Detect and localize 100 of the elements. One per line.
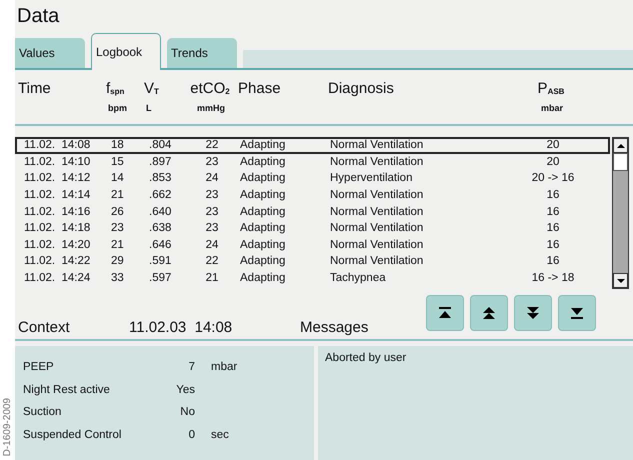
table-cell-text: 15 [110,156,125,168]
page-up-button[interactable] [470,295,508,331]
unit-label: bpm [107,103,128,113]
tab[interactable]: Logbook [91,33,161,70]
column-header: Diagnosis [328,80,395,97]
table-cell-text: 21 [110,238,125,251]
setting-label: Suction [23,406,62,418]
section-label: Messages [300,319,370,336]
column-header: Phase [238,80,282,97]
table-cell-text: Adapting [240,156,286,168]
table-cell-text: .591 [148,255,172,268]
tab[interactable]: Trends [167,38,237,68]
table-cell-text: 16 [546,206,560,218]
table-cell-text: Adapting [240,206,286,218]
table-cell-text: 23 [204,156,220,168]
table-cell-text: Normal Ventilation [330,206,424,218]
table-cell-text: 22 [204,255,220,268]
table-cell-text: .804 [148,139,172,152]
table-cell-text: .646 [148,238,172,251]
table-row[interactable]: 11.02. 14:10 15 .897 23 Adapting Normal Ventilation 20 [15,154,610,170]
last-page-button[interactable] [558,295,596,331]
scrollbar[interactable] [612,137,629,289]
down-arrow-bar-icon [569,306,585,320]
scroll-down-button[interactable] [613,273,628,288]
window-title: Data [16,4,60,29]
table-cell-text: .897 [148,156,172,168]
setting-value: No [179,406,195,418]
table-cell-text: 11.02. 14:16 [23,206,92,218]
table-cell-text: .640 [148,206,172,218]
table-row[interactable]: 11.02. 14:20 21 .646 24 Adapting Normal Ventilation 16 [15,236,610,254]
down-triangle-icon [616,278,624,284]
table-cell-text: 23 [110,222,125,234]
table-cell-text: .638 [148,222,172,234]
table-cell-text: 16 [546,189,560,202]
table-cell-text: 11.02. 14:22 [23,255,92,268]
table-row[interactable]: 11.02. 14:08 18 .804 22 Adapting Normal Ventilation 20 [15,137,610,154]
double-down-arrow-icon [525,306,541,320]
table-cell-text: Normal Ventilation [330,222,424,234]
table-cell-text: Normal Ventilation [330,189,424,202]
table-cell-text: 14 [110,172,125,184]
column-header: Time [18,80,52,97]
table-cell-text: 16 [546,255,560,268]
message-text: Aborted by user [325,352,408,364]
table-cell-text: 11.02. 14:24 [23,272,92,284]
table-cell-text: Adapting [240,189,286,202]
table-cell-text: 24 [204,172,220,184]
table-cell-text: 29 [110,255,125,268]
first-page-button[interactable] [426,295,464,331]
table-cell-text: 16 [546,222,560,234]
table-cell-text: 20 [546,156,560,168]
table-cell-text: Normal Ventilation [330,139,424,152]
table-cell-text: Normal Ventilation [330,156,424,168]
table-cell-text: 16 [546,238,560,251]
table-cell-text: 11.02. 14:08 [23,139,92,152]
table-row[interactable]: 11.02. 14:16 26 .640 23 Adapting Normal Ventilation 16 [15,203,610,220]
table-cell-text: 23 [204,222,220,234]
table-cell-text: Adapting [240,272,286,284]
table-cell-text: .597 [148,272,172,284]
setting-value: Yes [175,384,195,396]
bar-up-arrow-icon [437,306,453,320]
table-cell-text: Hyperventilation [330,172,414,184]
timestamp: 11.02.03 14:08 [129,319,234,336]
table-cell-text: Adapting [240,255,286,268]
table-cell-text: .662 [148,189,172,202]
setting-value: 0 [188,428,195,441]
section-label: Context [17,319,71,336]
table-cell-text: 18 [110,139,125,152]
table-row[interactable]: 11.02. 14:18 23 .638 23 Adapting Normal Ventilation 16 [15,220,610,237]
table-cell-text: 22 [204,139,220,152]
table-cell-text: Adapting [240,222,286,234]
setting-label: Suspended Control [23,428,122,441]
scroll-thumb[interactable] [613,153,628,171]
table-cell-text: 11.02. 14:20 [23,238,92,251]
double-up-arrow-icon [481,306,497,320]
table-cell-text: 16 -> 18 [530,272,576,284]
table-cell-text: .853 [148,172,172,184]
figure-label: D-1609-2009 [2,398,13,456]
table-cell-text: Normal Ventilation [330,238,424,251]
table-cell-text: 24 [204,238,220,251]
table-cell-text: 11.02. 14:18 [23,222,92,234]
unit-label: mbar [211,361,238,374]
table-cell-text: 20 [546,139,560,152]
table-row[interactable]: 11.02. 14:14 21 .662 23 Adapting Normal Ventilation 16 [15,186,610,204]
table-row[interactable]: 11.02. 14:12 14 .853 24 Adapting Hyperventilation 20 -> 16 [15,170,610,187]
page-down-button[interactable] [514,295,552,331]
table-cell-text: 21 [110,189,125,202]
table-cell-text: 21 [204,272,220,284]
table-cell-text: Tachypnea [330,272,387,284]
table-cell-text: 20 -> 16 [530,172,576,184]
unit-label: L [145,103,152,113]
table-cell-text: 11.02. 14:12 [23,172,92,184]
table-cell-text: Adapting [240,238,286,251]
table-cell-text: 33 [110,272,125,284]
tab[interactable]: Values [15,38,85,68]
table-cell-text: Normal Ventilation [330,255,424,268]
scroll-up-button[interactable] [613,138,628,153]
table-row[interactable]: 11.02. 14:22 29 .591 22 Adapting Normal Ventilation 16 [15,253,610,270]
table-row[interactable]: 11.02. 14:24 33 .597 21 Adapting Tachypnea 16 -> 18 [15,270,610,286]
unit-label: sec [211,428,229,441]
table-cell-text: 23 [204,206,220,218]
